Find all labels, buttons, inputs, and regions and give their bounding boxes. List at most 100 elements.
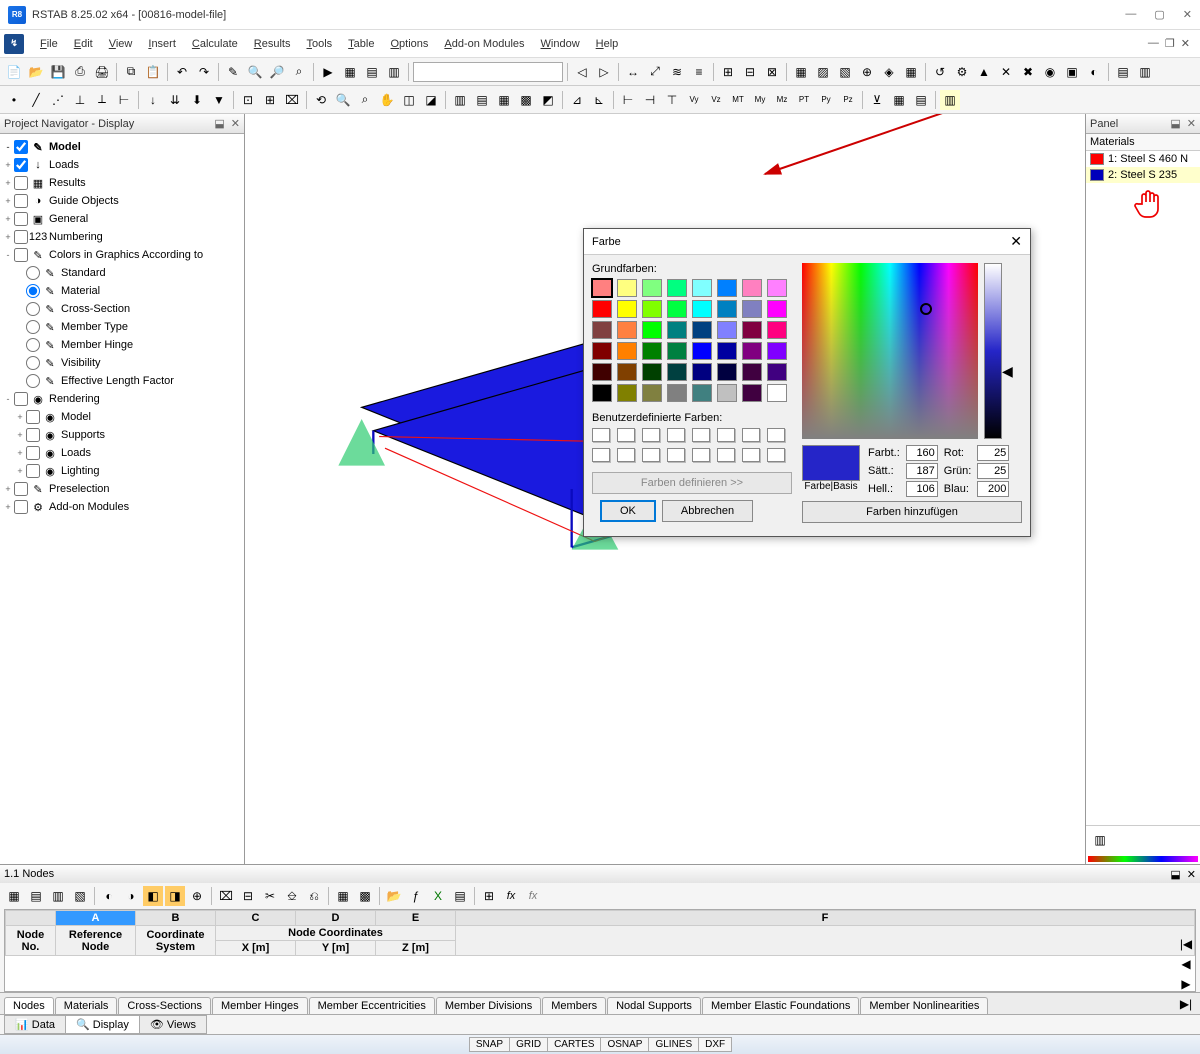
tool-v-icon[interactable]: ▥ (1135, 62, 1155, 82)
color-swatch[interactable] (692, 300, 712, 318)
t2-persp-icon[interactable]: ◪ (421, 90, 441, 110)
tree-node-supports[interactable]: +◉Supports (2, 426, 242, 444)
tool-d-icon[interactable]: ⊞ (718, 62, 738, 82)
menu-help[interactable]: Help (588, 34, 627, 54)
menu-options[interactable]: Options (382, 34, 436, 54)
t2-my-icon[interactable]: My (750, 90, 770, 110)
t2-pz-icon[interactable]: Pz (838, 90, 858, 110)
status-glines[interactable]: GLINES (648, 1037, 699, 1052)
tree-node-results[interactable]: +▦Results (2, 174, 242, 192)
t2-p2-icon[interactable]: ▦ (889, 90, 909, 110)
menu-window[interactable]: Window (533, 34, 588, 54)
sat-input[interactable] (906, 463, 938, 479)
color-swatch[interactable] (717, 384, 737, 402)
tree-node-effective-length-factor[interactable]: ✎Effective Length Factor (2, 372, 242, 390)
custom-color-grid[interactable] (592, 428, 792, 442)
color-swatch[interactable] (617, 300, 637, 318)
custom-swatch[interactable] (717, 428, 735, 442)
custom-swatch[interactable] (592, 428, 610, 442)
t2-vz-icon[interactable]: Vz (706, 90, 726, 110)
mdi-close-icon[interactable]: ✕ (1181, 37, 1190, 50)
color-swatch[interactable] (692, 384, 712, 402)
custom-swatch[interactable] (742, 448, 760, 462)
tree-node-member-hinge[interactable]: ✎Member Hinge (2, 336, 242, 354)
prev-icon[interactable]: ▷ (594, 62, 614, 82)
red-input[interactable] (977, 445, 1009, 461)
tbl-s-icon[interactable]: ▤ (450, 886, 470, 906)
color-swatch[interactable] (642, 300, 662, 318)
color-swatch[interactable] (692, 363, 712, 381)
color-swatch[interactable] (667, 384, 687, 402)
tree-node-visibility[interactable]: ✎Visibility (2, 354, 242, 372)
color-crosshair-icon[interactable] (920, 303, 932, 315)
color-swatch[interactable] (717, 321, 737, 339)
tool-n-icon[interactable]: ⚙ (952, 62, 972, 82)
ok-button[interactable]: OK (600, 500, 656, 522)
color-swatch[interactable] (692, 279, 712, 297)
t2-mz-icon[interactable]: Mz (772, 90, 792, 110)
tree-node-cross-section[interactable]: ✎Cross-Section (2, 300, 242, 318)
zoom-icon[interactable]: 🔍 (245, 62, 265, 82)
table-tab-nodal-supports[interactable]: Nodal Supports (607, 997, 701, 1014)
t2-m1-icon[interactable]: ⊤ (662, 90, 682, 110)
custom-swatch[interactable] (667, 428, 685, 442)
menu-calculate[interactable]: Calculate (184, 34, 246, 54)
tree-node-loads[interactable]: +◉Loads (2, 444, 242, 462)
tree-node-lighting[interactable]: +◉Lighting (2, 462, 242, 480)
tbl-b-icon[interactable]: ▤ (26, 886, 46, 906)
color-swatch[interactable] (667, 300, 687, 318)
tree-node-standard[interactable]: ✎Standard (2, 264, 242, 282)
t2-mt-icon[interactable]: MT (728, 90, 748, 110)
color-swatch[interactable] (642, 384, 662, 402)
tree-node-loads[interactable]: +↓Loads (2, 156, 242, 174)
tool-c-icon[interactable]: ≡ (689, 62, 709, 82)
tree-node-member-type[interactable]: ✎Member Type (2, 318, 242, 336)
t2-g-icon[interactable]: ↓ (143, 90, 163, 110)
tbl-h-icon[interactable]: ◨ (165, 886, 185, 906)
tool-p-icon[interactable]: ✕ (996, 62, 1016, 82)
tbl-a-icon[interactable]: ▦ (4, 886, 24, 906)
tool-k-icon[interactable]: ◈ (879, 62, 899, 82)
tool-b-icon[interactable]: ≋ (667, 62, 687, 82)
menu-insert[interactable]: Insert (140, 34, 184, 54)
color-swatch[interactable] (767, 384, 787, 402)
tool-t-icon[interactable]: ◐ (1084, 62, 1104, 82)
tree-node-general[interactable]: +▣General (2, 210, 242, 228)
tree-node-numbering[interactable]: +123Numbering (2, 228, 242, 246)
tbl-i-icon[interactable]: ⊕ (187, 886, 207, 906)
table-tab-member-nonlinearities[interactable]: Member Nonlinearities (860, 997, 988, 1014)
table-tab-members[interactable]: Members (542, 997, 606, 1014)
custom-swatch[interactable] (717, 448, 735, 462)
t2-zoomwin-icon[interactable]: ⌕ (355, 90, 375, 110)
t2-l-icon[interactable]: ⊞ (260, 90, 280, 110)
menu-table[interactable]: Table (340, 34, 382, 54)
color-swatch[interactable] (692, 342, 712, 360)
menu-view[interactable]: View (101, 34, 141, 54)
tool-h-icon[interactable]: ▨ (813, 62, 833, 82)
tbl-excel-icon[interactable]: X (428, 886, 448, 906)
t2-zoom-icon[interactable]: 🔍 (333, 90, 353, 110)
t2-n-icon[interactable]: ⊢ (618, 90, 638, 110)
cancel-button[interactable]: Abbrechen (662, 500, 753, 522)
table-icon[interactable]: ▦ (340, 62, 360, 82)
tool-u-icon[interactable]: ▤ (1113, 62, 1133, 82)
tool-i-icon[interactable]: ▧ (835, 62, 855, 82)
color-swatch[interactable] (617, 342, 637, 360)
custom-swatch[interactable] (692, 448, 710, 462)
custom-swatch[interactable] (667, 448, 685, 462)
t2-view3-icon[interactable]: ▦ (494, 90, 514, 110)
color-swatch[interactable] (717, 342, 737, 360)
calc-icon[interactable]: ▶ (318, 62, 338, 82)
dim-icon[interactable]: ↔ (623, 62, 643, 82)
tree-node-rendering[interactable]: -◉Rendering (2, 390, 242, 408)
tbl-r-icon[interactable]: ƒ (406, 886, 426, 906)
color-gradient-picker[interactable] (802, 263, 978, 439)
color-swatch[interactable] (667, 279, 687, 297)
tbl-q-icon[interactable]: 📂 (384, 886, 404, 906)
tree-node-guide-objects[interactable]: +◑Guide Objects (2, 192, 242, 210)
color-swatch[interactable] (742, 279, 762, 297)
tbl-m-icon[interactable]: ⎒ (282, 886, 302, 906)
tbl-g-icon[interactable]: ◧ (143, 886, 163, 906)
tool-r-icon[interactable]: ◉ (1040, 62, 1060, 82)
color-swatch[interactable] (692, 321, 712, 339)
